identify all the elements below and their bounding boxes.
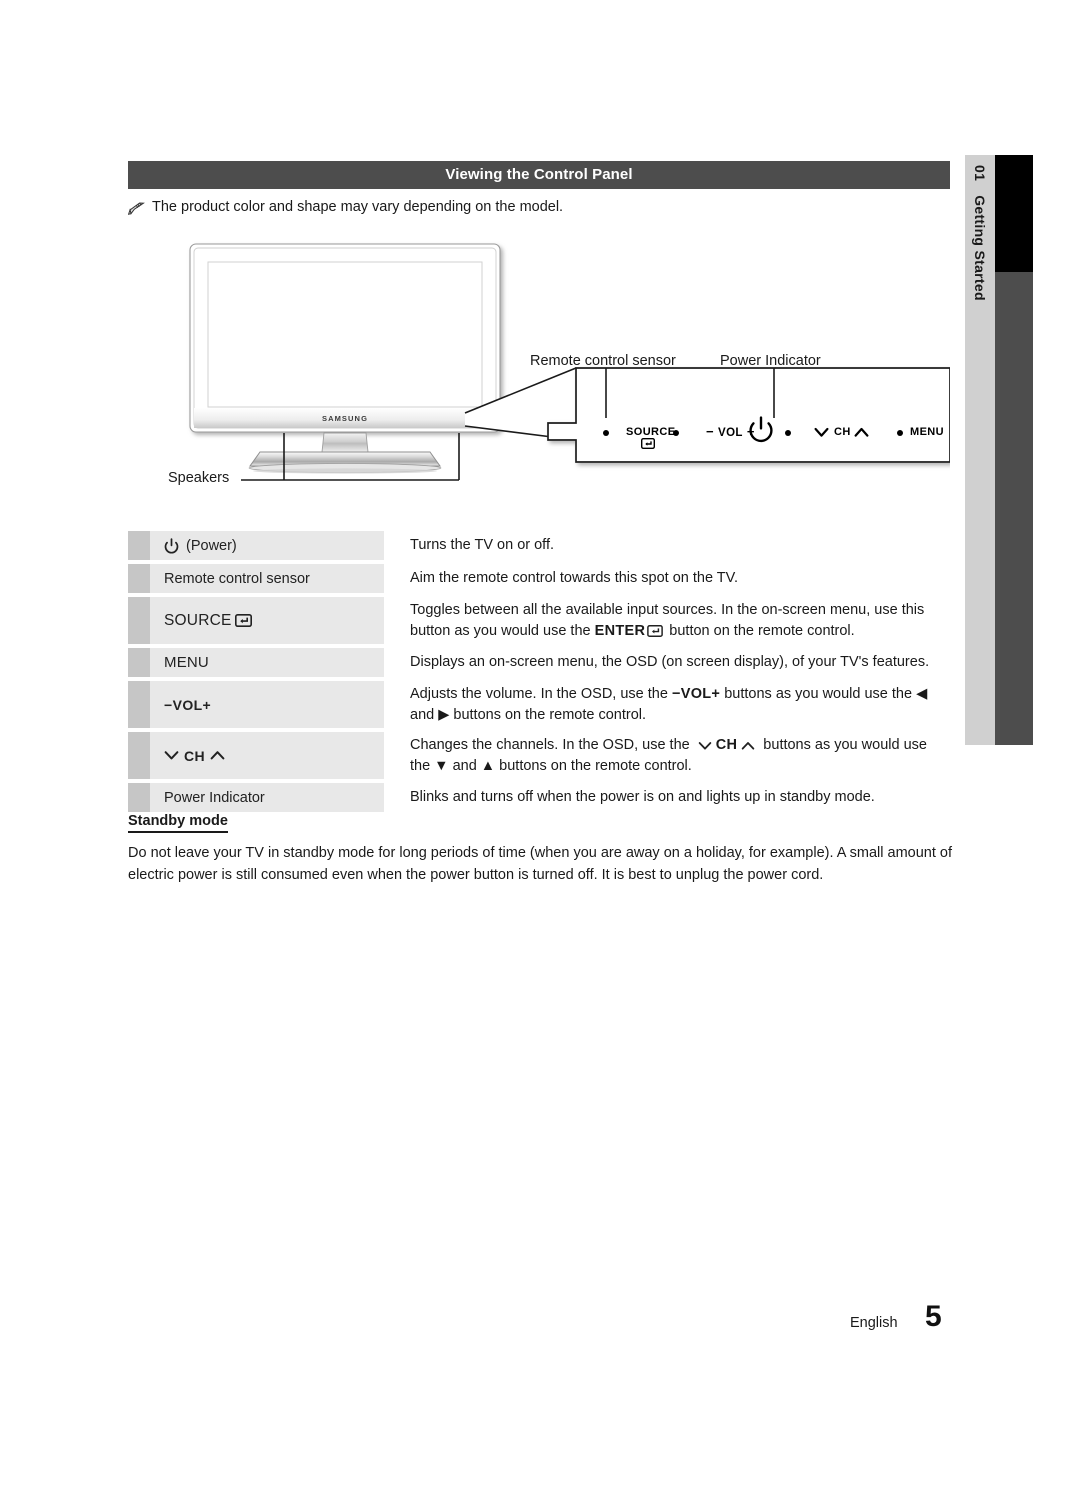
- row-gutter: [128, 531, 150, 560]
- row-label-text: Power Indicator: [164, 789, 265, 806]
- row-label-text: CH: [184, 747, 206, 764]
- row-label: CH: [150, 732, 384, 779]
- chapter-title: Getting Started: [972, 195, 988, 301]
- table-row: Remote control sensor Aim the remote con…: [128, 564, 950, 593]
- row-label-text: −VOL+: [164, 696, 212, 713]
- row-label: (Power): [150, 531, 384, 560]
- note-line: The product color and shape may vary dep…: [127, 199, 564, 219]
- table-row: SOURCE Toggles between all the available…: [128, 597, 950, 644]
- table-row: CH Changes the channels. In the OSD, use…: [128, 732, 950, 779]
- standby-mode-heading: Standby mode: [128, 813, 228, 833]
- label-speakers: Speakers: [168, 470, 230, 486]
- row-description-text: Changes the channels. In the OSD, use th…: [410, 736, 694, 753]
- row-gutter: [128, 564, 150, 593]
- footer-page-number: 5: [925, 1300, 942, 1333]
- row-label: SOURCE: [150, 597, 384, 644]
- label-power-indicator: Power Indicator: [720, 353, 821, 369]
- enter-return-icon: [647, 624, 664, 637]
- row-description-text-cont: button on the remote control.: [665, 622, 855, 639]
- vol-keyword: −VOL+: [671, 685, 721, 702]
- ch-keyword: CH: [715, 736, 738, 753]
- chevron-down-icon: [164, 750, 179, 761]
- tv-body: SAMSUNG: [189, 243, 501, 474]
- chapter-number: 01: [972, 165, 988, 182]
- chevron-down-icon: [698, 741, 712, 751]
- row-gutter: [128, 648, 150, 677]
- chevron-up-icon: [741, 741, 755, 751]
- enter-return-icon: [234, 614, 252, 627]
- row-description: Aim the remote control towards this spot…: [384, 564, 950, 593]
- panel-ch-down-icon: [814, 427, 829, 438]
- chapter-marker-gray: [995, 272, 1033, 745]
- enter-keyword: ENTER: [594, 622, 646, 639]
- table-row: MENU Displays an on-screen menu, the OSD…: [128, 648, 950, 677]
- row-label: −VOL+: [150, 681, 384, 728]
- control-panel-function-table: (Power) Turns the TV on or off. Remote c…: [128, 531, 950, 816]
- panel-ch-label: CH: [834, 426, 851, 438]
- row-label: Remote control sensor: [150, 564, 384, 593]
- row-label-text: Remote control sensor: [164, 570, 310, 587]
- menu-dot: [897, 430, 903, 436]
- row-description-text: Displays an on-screen menu, the OSD (on …: [410, 654, 930, 671]
- source-dot: [673, 430, 679, 436]
- row-description: Adjusts the volume. In the OSD, use the …: [384, 681, 950, 728]
- row-gutter: [128, 783, 150, 812]
- standby-mode-body: Do not leave your TV in standby mode for…: [128, 845, 952, 883]
- panel-source-label: SOURCE: [626, 426, 676, 438]
- row-description-text: Blinks and turns off when the power is o…: [410, 789, 875, 806]
- table-row: (Power) Turns the TV on or off.: [128, 531, 950, 560]
- panel-menu-label: MENU: [910, 426, 944, 438]
- row-label: Power Indicator: [150, 783, 384, 812]
- row-label: MENU: [150, 648, 384, 677]
- row-gutter: [128, 681, 150, 728]
- row-gutter: [128, 732, 150, 779]
- control-panel-figure: SAMSUNG Speakers Remote control sensor P…: [128, 230, 950, 500]
- footer-language: English: [850, 1315, 898, 1331]
- row-description: Changes the channels. In the OSD, use th…: [384, 732, 950, 779]
- row-label-text: (Power): [186, 537, 237, 554]
- label-remote-control-sensor: Remote control sensor: [530, 353, 676, 369]
- remote-sensor-dot: [603, 430, 609, 436]
- power-indicator-dot: [785, 430, 791, 436]
- note-text: The product color and shape may vary dep…: [152, 199, 564, 215]
- chapter-marker-black: [995, 155, 1033, 272]
- row-description-text: Adjusts the volume. In the OSD, use the: [410, 685, 672, 702]
- row-description-text: Turns the TV on or off.: [410, 537, 555, 554]
- power-icon: [164, 537, 179, 554]
- control-panel-callout: [547, 367, 950, 463]
- chevron-up-icon: [210, 750, 225, 761]
- table-row: −VOL+ Adjusts the volume. In the OSD, us…: [128, 681, 950, 728]
- row-description: Turns the TV on or off.: [384, 531, 950, 560]
- panel-source-enter-icon: [641, 438, 655, 449]
- pencil-note-icon: [127, 202, 145, 219]
- row-label-text: MENU: [164, 654, 209, 671]
- row-description-text: Aim the remote control towards this spot…: [410, 570, 739, 587]
- panel-ch-up-icon: [854, 427, 869, 438]
- row-description: Displays an on-screen menu, the OSD (on …: [384, 648, 950, 677]
- panel-power-icon: [748, 416, 774, 444]
- chapter-tab-label: 01 Getting Started: [965, 155, 995, 745]
- brand-logo: SAMSUNG: [322, 414, 368, 423]
- table-row: Power Indicator Blinks and turns off whe…: [128, 783, 950, 812]
- row-description: Blinks and turns off when the power is o…: [384, 783, 950, 812]
- section-title: Viewing the Control Panel: [128, 161, 950, 189]
- chapter-tab: 01 Getting Started: [965, 155, 995, 745]
- row-gutter: [128, 597, 150, 644]
- row-description: Toggles between all the available input …: [384, 597, 950, 644]
- row-label-text: SOURCE: [164, 611, 232, 629]
